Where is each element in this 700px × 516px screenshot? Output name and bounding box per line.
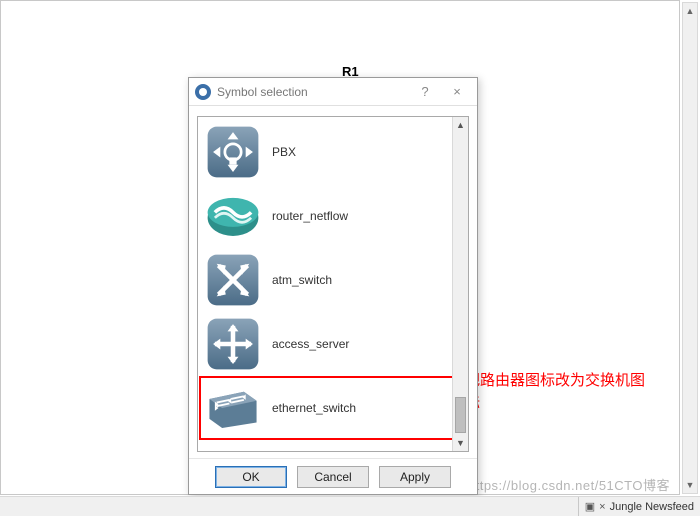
list-item[interactable]: atm_switch <box>200 249 466 311</box>
list-item-selected[interactable]: ethernet_switch <box>200 377 466 439</box>
router-netflow-icon <box>204 187 262 245</box>
list-item-label: ethernet_switch <box>272 401 356 415</box>
ok-button[interactable]: OK <box>215 466 287 488</box>
symbol-selection-dialog: Symbol selection ? × <box>188 77 478 495</box>
list-item-label: PBX <box>272 145 296 159</box>
watermark-text: https://blog.csdn.net/51CTO博客 <box>468 475 670 494</box>
status-bar: ▣ × Jungle Newsfeed <box>0 496 700 516</box>
pin-icon[interactable]: ▣ <box>585 500 595 513</box>
atm-switch-icon <box>204 251 262 309</box>
list-item[interactable]: router_netflow <box>200 185 466 247</box>
help-button[interactable]: ? <box>409 81 441 103</box>
list-vertical-scrollbar[interactable]: ▲ ▼ <box>452 117 468 451</box>
ethernet-switch-icon <box>204 379 262 437</box>
dialog-titlebar[interactable]: Symbol selection ? × <box>189 78 477 106</box>
newsfeed-label: Jungle Newsfeed <box>610 501 694 513</box>
scroll-up-icon[interactable]: ▲ <box>453 117 468 133</box>
access-server-icon <box>204 315 262 373</box>
dialog-title: Symbol selection <box>217 85 409 99</box>
cancel-button[interactable]: Cancel <box>297 466 369 488</box>
close-icon[interactable]: × <box>599 501 605 513</box>
symbol-listbox[interactable]: PBX router_netflow <box>197 116 469 452</box>
list-item-label: access_server <box>272 337 349 351</box>
list-item[interactable]: access_server <box>200 313 466 375</box>
scrollbar-thumb[interactable] <box>455 397 466 433</box>
app-icon <box>195 84 211 100</box>
list-item-label: router_netflow <box>272 209 348 223</box>
newsfeed-panel-header[interactable]: ▣ × Jungle Newsfeed <box>578 497 700 516</box>
scroll-down-icon[interactable]: ▼ <box>683 477 697 493</box>
pbx-icon <box>204 123 262 181</box>
scroll-down-icon[interactable]: ▼ <box>453 435 468 451</box>
canvas-vertical-scrollbar[interactable]: ▲ ▼ <box>682 2 698 494</box>
list-item-label: atm_switch <box>272 273 332 287</box>
dialog-button-bar: OK Cancel Apply <box>189 458 477 494</box>
scroll-up-icon[interactable]: ▲ <box>683 3 697 19</box>
apply-button[interactable]: Apply <box>379 466 451 488</box>
close-button[interactable]: × <box>441 81 473 103</box>
annotation-text: 把路由器图标改为交换机图标 <box>465 370 645 415</box>
list-item[interactable]: PBX <box>200 121 466 183</box>
